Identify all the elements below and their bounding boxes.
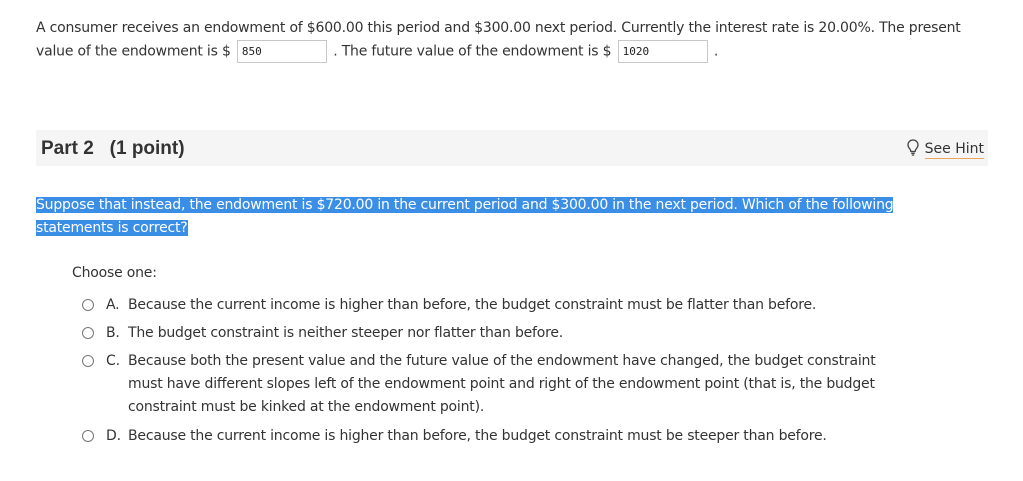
part2-question: Suppose that instead, the endowment is $… bbox=[36, 194, 926, 240]
present-value-input[interactable] bbox=[236, 40, 327, 63]
option-d-text: Because the current income is higher tha… bbox=[128, 428, 827, 444]
future-value-input[interactable] bbox=[617, 40, 708, 63]
option-c[interactable]: C. Because both the present value and th… bbox=[82, 350, 898, 419]
see-hint-label[interactable]: See Hint bbox=[924, 140, 984, 159]
option-a-radio[interactable] bbox=[82, 299, 94, 311]
part1-text-after: . bbox=[713, 43, 719, 60]
option-d-letter: D. bbox=[106, 428, 121, 444]
option-d-radio[interactable] bbox=[82, 430, 94, 442]
option-c-radio[interactable] bbox=[82, 355, 94, 367]
option-a[interactable]: A. Because the current income is higher … bbox=[82, 294, 898, 317]
part1-text-middle: . The future value of the endowment is $ bbox=[333, 43, 612, 60]
part2-header: Part 2 (1 point) See Hint bbox=[36, 130, 988, 166]
option-b-letter: B. bbox=[106, 325, 120, 341]
part2-title: Part 2 (1 point) bbox=[41, 138, 185, 159]
option-d[interactable]: D. Because the current income is higher … bbox=[82, 425, 898, 448]
choose-one-label: Choose one: bbox=[72, 265, 157, 281]
see-hint-button[interactable]: See Hint bbox=[907, 139, 984, 160]
part1-question: A consumer receives an endowment of $600… bbox=[36, 17, 996, 64]
option-c-letter: C. bbox=[106, 353, 120, 369]
option-b-radio[interactable] bbox=[82, 327, 94, 339]
option-a-letter: A. bbox=[106, 297, 120, 313]
option-c-text: Because both the present value and the f… bbox=[128, 353, 876, 415]
lightbulb-icon bbox=[907, 139, 919, 160]
option-a-text: Because the current income is higher tha… bbox=[128, 297, 817, 313]
part2-question-text: Suppose that instead, the endowment is $… bbox=[36, 197, 894, 236]
option-b[interactable]: B. The budget constraint is neither stee… bbox=[82, 322, 898, 345]
option-b-text: The budget constraint is neither steeper… bbox=[128, 325, 564, 341]
